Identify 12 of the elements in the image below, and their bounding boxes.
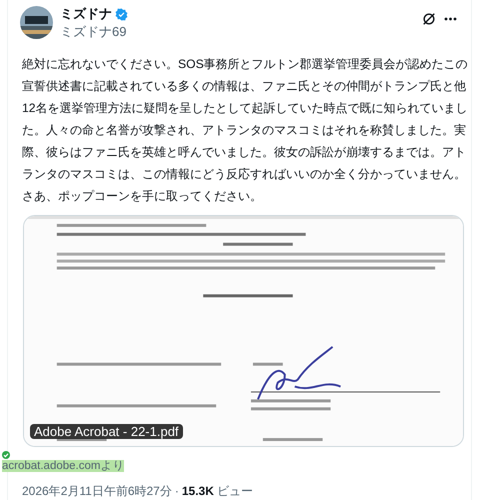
file-label: Adobe Acrobat - 22-1.pdf [30, 424, 183, 439]
views-label: ビュー [216, 484, 253, 499]
post-text: 絶対に忘れないでください。SOS事務所とフルトン郡選挙管理委員会が認めたこの宣誓供述書に記載されている多くの情報は、ファニ氏とその仲間がトランプ氏と他12名を選挙管理方法に疑問を呈したとして起訴していた時点で既に知られていました。人々の命と名誉が攻撃され、アトランタのマスコミはそれを称賛しました。実際、彼らはファニ氏を英雄と呼んでいました。彼女の訴訟が崩壊するまでは。アトランタのマスコミは、この情報にどう反応すればいいのか全く分かっていません。さあ、ポップコーンを手に取ってください。 [22, 56, 468, 205]
view-count: 15.3K [182, 484, 214, 499]
author-name[interactable]: ミズドナ [60, 6, 112, 22]
avatar[interactable] [20, 6, 53, 39]
separator: · [174, 484, 179, 499]
source-link[interactable]: acrobat.adobe.comより [2, 460, 124, 472]
author-handle[interactable]: ミズドナ69 [60, 24, 128, 40]
post-timestamp[interactable]: 2026年2月11日午前6時27分 [22, 484, 172, 499]
more-icon[interactable] [444, 17, 457, 21]
slashed-circle-icon[interactable] [422, 12, 436, 26]
